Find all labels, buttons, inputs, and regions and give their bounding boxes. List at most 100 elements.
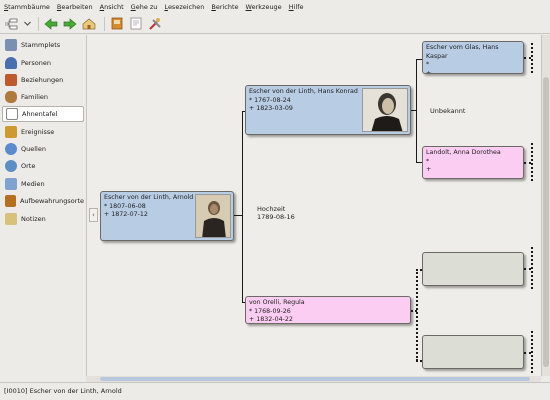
toolbar-separator <box>38 16 39 31</box>
tools-button[interactable] <box>147 16 163 32</box>
sidebar-item-beziehungen[interactable]: Beziehungen <box>2 72 84 88</box>
person-box-root[interactable]: Escher von der Linth, Arnold * 1807-06-0… <box>100 191 234 241</box>
person-name: Escher von der Linth, Hans Konrad <box>249 88 358 95</box>
person-birth: * <box>426 61 430 68</box>
tools-icon <box>149 18 161 30</box>
sidebar-item-aufbewahrungsorte[interactable]: Aufbewahrungsorte <box>2 193 84 209</box>
menu-bearbeiten[interactable]: Bearbeiten <box>57 3 93 11</box>
marriage-date: 1789-08-16 <box>257 213 295 221</box>
document-icon <box>130 17 142 30</box>
bookmark-button[interactable] <box>109 16 125 32</box>
menubar: Stammbäume Bearbeiten Ansicht Gehe zu Le… <box>0 0 550 14</box>
sidebar-item-stammplets[interactable]: Stammplets <box>2 37 84 53</box>
connector-line <box>242 111 243 302</box>
person-birth: * <box>426 157 430 165</box>
sidebar-item-notizen[interactable]: Notizen <box>2 211 84 227</box>
connector-line <box>531 331 533 373</box>
person-box-father[interactable]: Escher von der Linth, Hans Konrad * 1767… <box>245 85 411 135</box>
forward-button[interactable] <box>62 16 78 32</box>
person-birth: * 1807-06-08 <box>104 202 146 210</box>
menu-lesezeichen[interactable]: Lesezeichen <box>164 3 204 11</box>
person-death: + <box>426 69 432 74</box>
person-name: Escher von der Linth, Arnold <box>104 194 194 201</box>
menu-werkzeuge[interactable]: Werkzeuge <box>246 3 282 11</box>
person-birth: * 1767-08-24 <box>249 96 291 104</box>
person-box-empty[interactable] <box>422 252 524 286</box>
person-box-grandfather[interactable]: Escher vom Glas, Hans Kaspar * + <box>422 41 524 74</box>
status-text: [I0010] Escher von der Linth, Arnold <box>4 387 122 395</box>
media-icon <box>5 178 17 190</box>
connector-line <box>524 352 531 354</box>
sidebar-item-label: Orte <box>21 162 36 170</box>
pedigree-icon <box>6 108 18 120</box>
sidebar-item-quellen[interactable]: Quellen <box>2 141 84 157</box>
sidebar: Stammplets Personen Beziehungen Familien… <box>0 35 86 381</box>
connector-line <box>524 162 531 164</box>
repositories-icon <box>5 195 16 207</box>
sidebar-item-personen[interactable]: Personen <box>2 55 84 71</box>
connector-line <box>524 268 531 270</box>
person-name: Escher vom Glas, Hans Kaspar <box>426 44 499 60</box>
gramps-window: Stammbäume Bearbeiten Ansicht Gehe zu Le… <box>0 0 550 400</box>
home-button[interactable] <box>81 16 97 32</box>
menu-ansicht[interactable]: Ansicht <box>100 3 124 11</box>
toolbar-separator <box>104 16 105 31</box>
menu-gehe-zu[interactable]: Gehe zu <box>131 3 158 11</box>
menu-stammbaeume[interactable]: Stammbäume <box>4 3 50 11</box>
children-arrow-button[interactable]: ‹ <box>89 208 98 222</box>
person-name: von Orelli, Regula <box>249 299 305 306</box>
sidebar-item-label: Familien <box>21 93 48 101</box>
person-box-mother[interactable]: von Orelli, Regula * 1768-09-26 + 1832-0… <box>245 296 411 324</box>
person-death: + 1832-04-22 <box>249 316 293 323</box>
person-death: + <box>426 166 432 173</box>
events-icon <box>5 126 17 138</box>
arrow-right-icon <box>63 17 77 30</box>
person-death: + 1872-07-12 <box>104 211 148 218</box>
menu-hilfe[interactable]: Hilfe <box>289 3 304 11</box>
connector-line <box>531 247 533 289</box>
sidebar-item-orte[interactable]: Orte <box>2 158 84 174</box>
toolbar <box>0 14 550 34</box>
book-icon <box>111 17 123 30</box>
chevron-down-icon <box>23 21 31 26</box>
sidebar-item-label: Notizen <box>21 215 46 223</box>
sidebar-item-familien[interactable]: Familien <box>2 89 84 105</box>
sidebar-item-label: Ahnentafel <box>22 110 58 118</box>
home-icon <box>82 18 96 29</box>
sidebar-item-label: Medien <box>21 180 45 188</box>
connector-line <box>531 43 533 73</box>
relation-label: Unbekannt <box>430 107 466 115</box>
horizontal-scrollbar-thumb[interactable] <box>100 377 530 381</box>
family-icon <box>5 91 17 103</box>
connector-line <box>416 59 417 163</box>
sidebar-item-label: Ereignisse <box>21 128 55 136</box>
notes-button[interactable] <box>128 16 144 32</box>
home-list-icon <box>5 39 17 51</box>
connector-line <box>524 57 531 59</box>
sidebar-item-medien[interactable]: Medien <box>2 176 84 192</box>
person-birth: * 1768-09-26 <box>249 307 291 315</box>
places-icon <box>5 160 17 172</box>
statusbar: [I0010] Escher von der Linth, Arnold <box>0 382 550 400</box>
connector-line <box>416 269 418 361</box>
sidebar-item-label: Quellen <box>21 145 46 153</box>
sidebar-item-ereignisse[interactable]: Ereignisse <box>2 124 84 140</box>
person-icon <box>5 57 17 69</box>
sources-icon <box>5 143 17 155</box>
relationships-icon <box>5 74 17 86</box>
person-box-grandmother[interactable]: Landolt, Anna Dorothea * + <box>422 146 524 179</box>
sidebar-item-label: Beziehungen <box>21 76 64 84</box>
vertical-scrollbar-thumb[interactable] <box>543 77 549 367</box>
menu-berichte[interactable]: Berichte <box>211 3 238 11</box>
back-button[interactable] <box>43 16 59 32</box>
notes-icon <box>5 213 17 225</box>
tree-view-dropdown[interactable] <box>23 16 31 32</box>
sidebar-item-ahnentafel[interactable]: Ahnentafel <box>2 106 84 122</box>
connector-line <box>531 143 533 181</box>
tree-view-button[interactable] <box>4 16 20 32</box>
vertical-scrollbar[interactable] <box>541 35 550 376</box>
person-name: Landolt, Anna Dorothea <box>426 149 501 156</box>
person-box-empty[interactable] <box>422 335 524 369</box>
pedigree-canvas[interactable]: ‹ Escher von der Linth, Arnold * 1807-06… <box>86 35 541 376</box>
sidebar-item-label: Aufbewahrungsorte <box>19 197 84 205</box>
